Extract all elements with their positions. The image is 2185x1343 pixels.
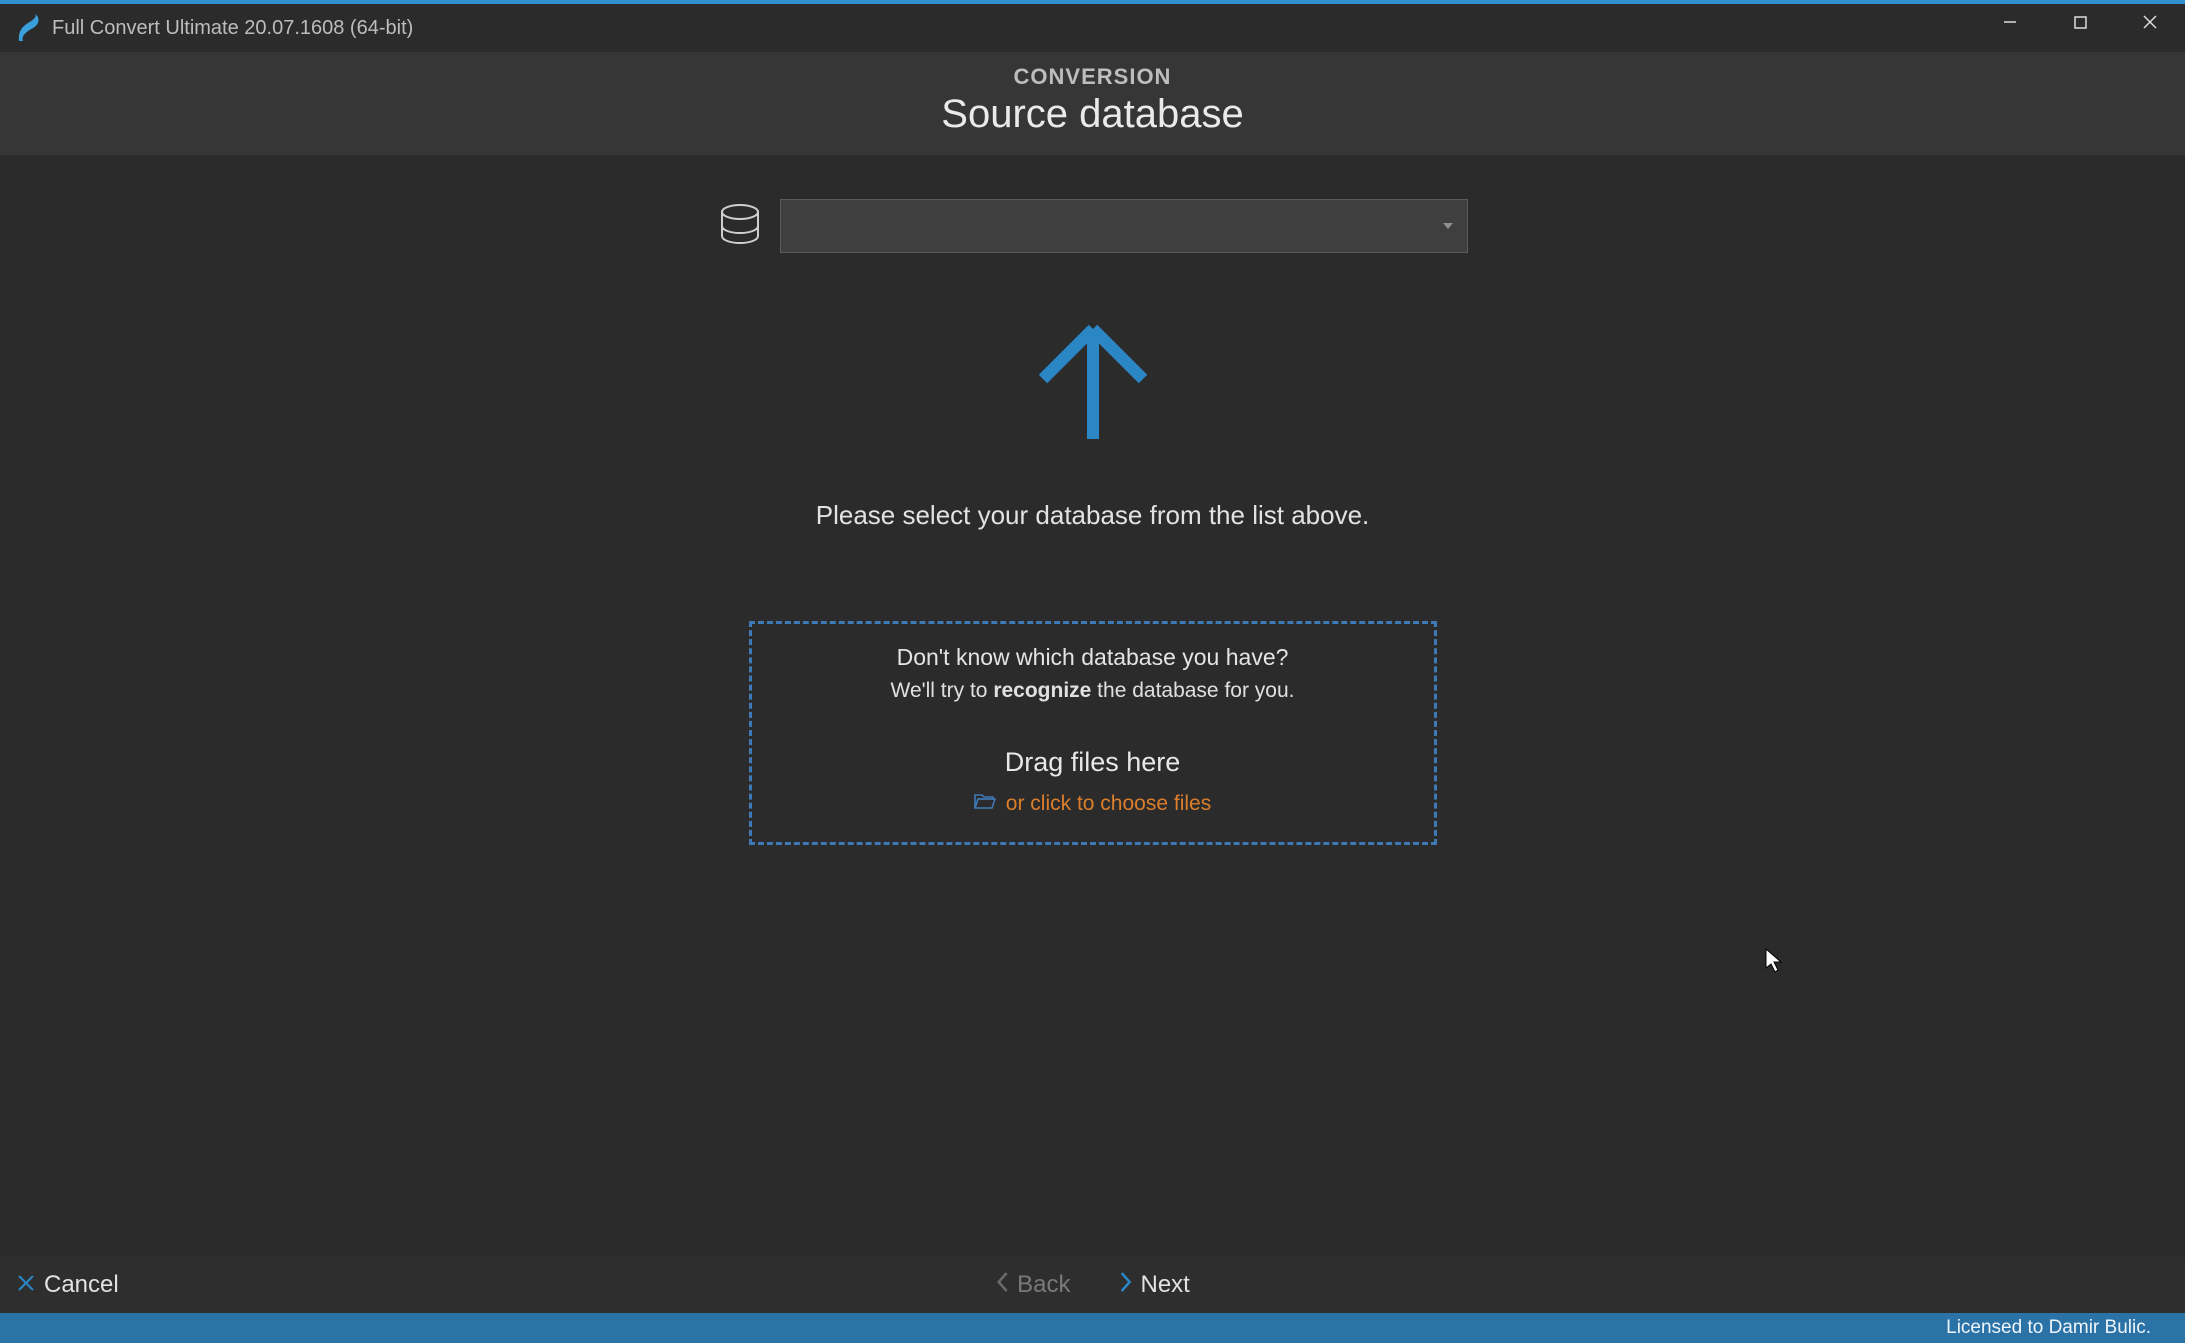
window-title: Full Convert Ultimate 20.07.1608 (64-bit…	[52, 17, 413, 40]
close-button[interactable]	[2115, 4, 2185, 40]
chevron-left-icon	[995, 1271, 1009, 1299]
chevron-right-icon	[1119, 1271, 1133, 1299]
arrow-up-icon	[1023, 311, 1163, 456]
center-nav: Back Next	[995, 1271, 1190, 1299]
header-eyebrow: CONVERSION	[0, 64, 2185, 90]
dropzone-question: Don't know which database you have?	[762, 644, 1424, 671]
header-title: Source database	[0, 92, 2185, 137]
dropzone-drag-label: Drag files here	[762, 747, 1424, 778]
chevron-down-icon	[1443, 223, 1453, 229]
dropzone-subtext: We'll try to recognize the database for …	[762, 679, 1424, 703]
dropzone-sub-pre: We'll try to	[891, 679, 994, 702]
database-icon	[718, 202, 762, 251]
cancel-button[interactable]: Cancel	[18, 1271, 119, 1299]
back-label: Back	[1017, 1271, 1070, 1299]
footer-nav: Cancel Back Next	[0, 1257, 2185, 1313]
database-select[interactable]	[780, 199, 1468, 253]
dropzone-choose[interactable]: or click to choose files	[974, 792, 1211, 816]
dropzone-sub-post: the database for you.	[1091, 679, 1294, 702]
window-controls	[1975, 4, 2185, 40]
page-header: CONVERSION Source database	[0, 52, 2185, 155]
close-icon	[18, 1274, 34, 1297]
cancel-label: Cancel	[44, 1271, 119, 1299]
dropzone[interactable]: Don't know which database you have? We'l…	[749, 621, 1437, 845]
titlebar: Full Convert Ultimate 20.07.1608 (64-bit…	[0, 4, 2185, 52]
maximize-button[interactable]	[2045, 4, 2115, 40]
next-label: Next	[1141, 1271, 1190, 1299]
next-button[interactable]: Next	[1119, 1271, 1190, 1299]
minimize-button[interactable]	[1975, 4, 2045, 40]
license-text: Licensed to Damir Bulic.	[1946, 1317, 2151, 1339]
back-button[interactable]: Back	[995, 1271, 1070, 1299]
main-content: Please select your database from the lis…	[0, 155, 2185, 1257]
helper-text: Please select your database from the lis…	[816, 500, 1370, 531]
app-logo-icon	[14, 14, 42, 42]
database-select-row	[718, 199, 1468, 253]
statusbar: Licensed to Damir Bulic.	[0, 1313, 2185, 1343]
dropzone-sub-strong: recognize	[993, 679, 1091, 702]
dropzone-choose-link: or click to choose files	[1006, 792, 1211, 816]
folder-open-icon	[974, 792, 996, 816]
